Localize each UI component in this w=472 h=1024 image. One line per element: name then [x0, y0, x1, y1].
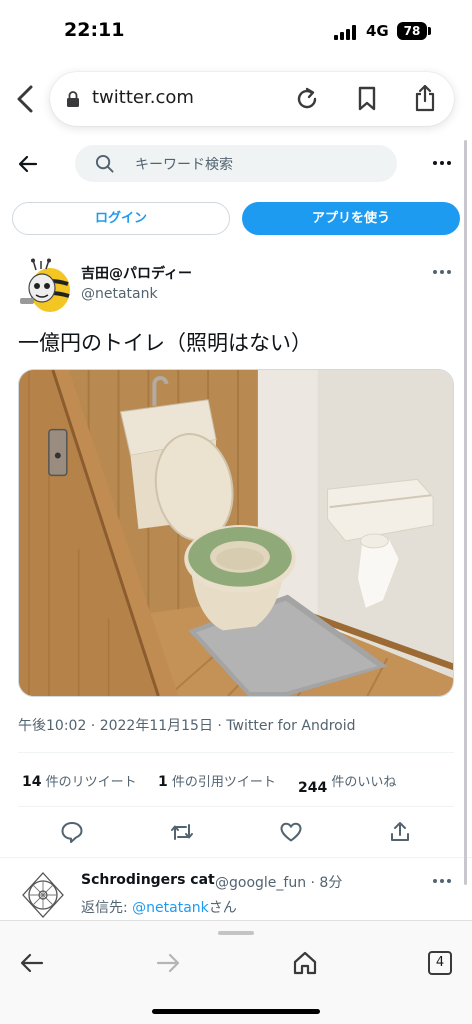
quotes-label: 件の引用ツイート: [171, 775, 276, 790]
url-text: twitter.com: [92, 87, 194, 108]
quotes-stat[interactable]: 1 件の引用ツイート: [158, 771, 276, 790]
reply-icon[interactable]: [60, 820, 84, 844]
retweets-stat[interactable]: 14 件のリツイート: [22, 771, 137, 790]
status-bar: 22:11 4G 78: [0, 0, 472, 64]
more-options-icon[interactable]: [432, 153, 452, 173]
reply-to: 返信先: @netatankさん: [81, 897, 237, 917]
open-app-button[interactable]: アプリを使う: [242, 202, 460, 235]
retweets-label: 件のリツイート: [45, 775, 137, 790]
share-tweet-icon[interactable]: [388, 820, 412, 844]
like-icon[interactable]: [279, 820, 303, 844]
tweet-text: 一億円のトイレ（照明はない）: [18, 331, 312, 355]
browser-toolbar: 4: [0, 920, 472, 1024]
home-icon[interactable]: [292, 950, 318, 976]
tweet-more-icon[interactable]: [432, 262, 452, 282]
reply-to-prefix: 返信先:: [81, 900, 133, 916]
reply-avatar[interactable]: [20, 870, 66, 920]
network-label: 4G: [366, 22, 389, 40]
tweet-photo[interactable]: [18, 369, 454, 697]
search-icon: [95, 154, 114, 173]
toolbar-forward-icon[interactable]: [154, 951, 182, 975]
divider: [0, 857, 472, 858]
battery-icon: 78: [397, 22, 427, 40]
tweet-timestamp[interactable]: 午後10:02 · 2022年11月15日 · Twitter for Andr…: [18, 715, 356, 735]
reply-handle-time[interactable]: @google_fun · 8分: [215, 872, 342, 892]
display-name[interactable]: 吉田@パロディー: [81, 263, 192, 283]
tabs-icon[interactable]: 4: [428, 951, 452, 975]
home-indicator: [152, 1009, 320, 1014]
lock-icon: [67, 91, 79, 107]
signal-icon: [334, 24, 358, 40]
browser-back-icon[interactable]: [12, 84, 40, 114]
likes-stat[interactable]: 244 件のいいね: [298, 771, 397, 796]
back-arrow-icon[interactable]: [16, 152, 40, 176]
reload-icon[interactable]: [294, 86, 320, 112]
search-placeholder: キーワード検索: [135, 157, 233, 173]
share-icon[interactable]: [414, 84, 436, 112]
reply-to-link[interactable]: @netatank: [132, 900, 209, 916]
avatar[interactable]: [16, 258, 74, 316]
quotes-count: 1: [158, 774, 168, 790]
likes-label: 件のいいね: [331, 775, 397, 790]
bookmark-icon[interactable]: [356, 86, 378, 112]
reply-to-suffix: さん: [208, 900, 237, 916]
toolbar-handle[interactable]: [218, 931, 254, 935]
divider: [18, 806, 454, 807]
login-button[interactable]: ログイン: [12, 202, 230, 235]
status-time: 22:11: [64, 19, 125, 41]
url-bar[interactable]: twitter.com: [50, 72, 454, 126]
retweet-icon[interactable]: [170, 820, 194, 844]
scrollbar[interactable]: [464, 140, 467, 885]
user-handle[interactable]: @netatank: [81, 286, 158, 302]
reply-display-name[interactable]: Schrodingers cat: [81, 872, 215, 888]
likes-count: 244: [298, 780, 328, 796]
retweets-count: 14: [22, 774, 42, 790]
toolbar-back-icon[interactable]: [18, 951, 46, 975]
reply-more-icon[interactable]: [432, 871, 452, 891]
battery-tip: [428, 27, 431, 35]
search-input[interactable]: キーワード検索: [75, 145, 397, 182]
divider: [18, 752, 454, 753]
